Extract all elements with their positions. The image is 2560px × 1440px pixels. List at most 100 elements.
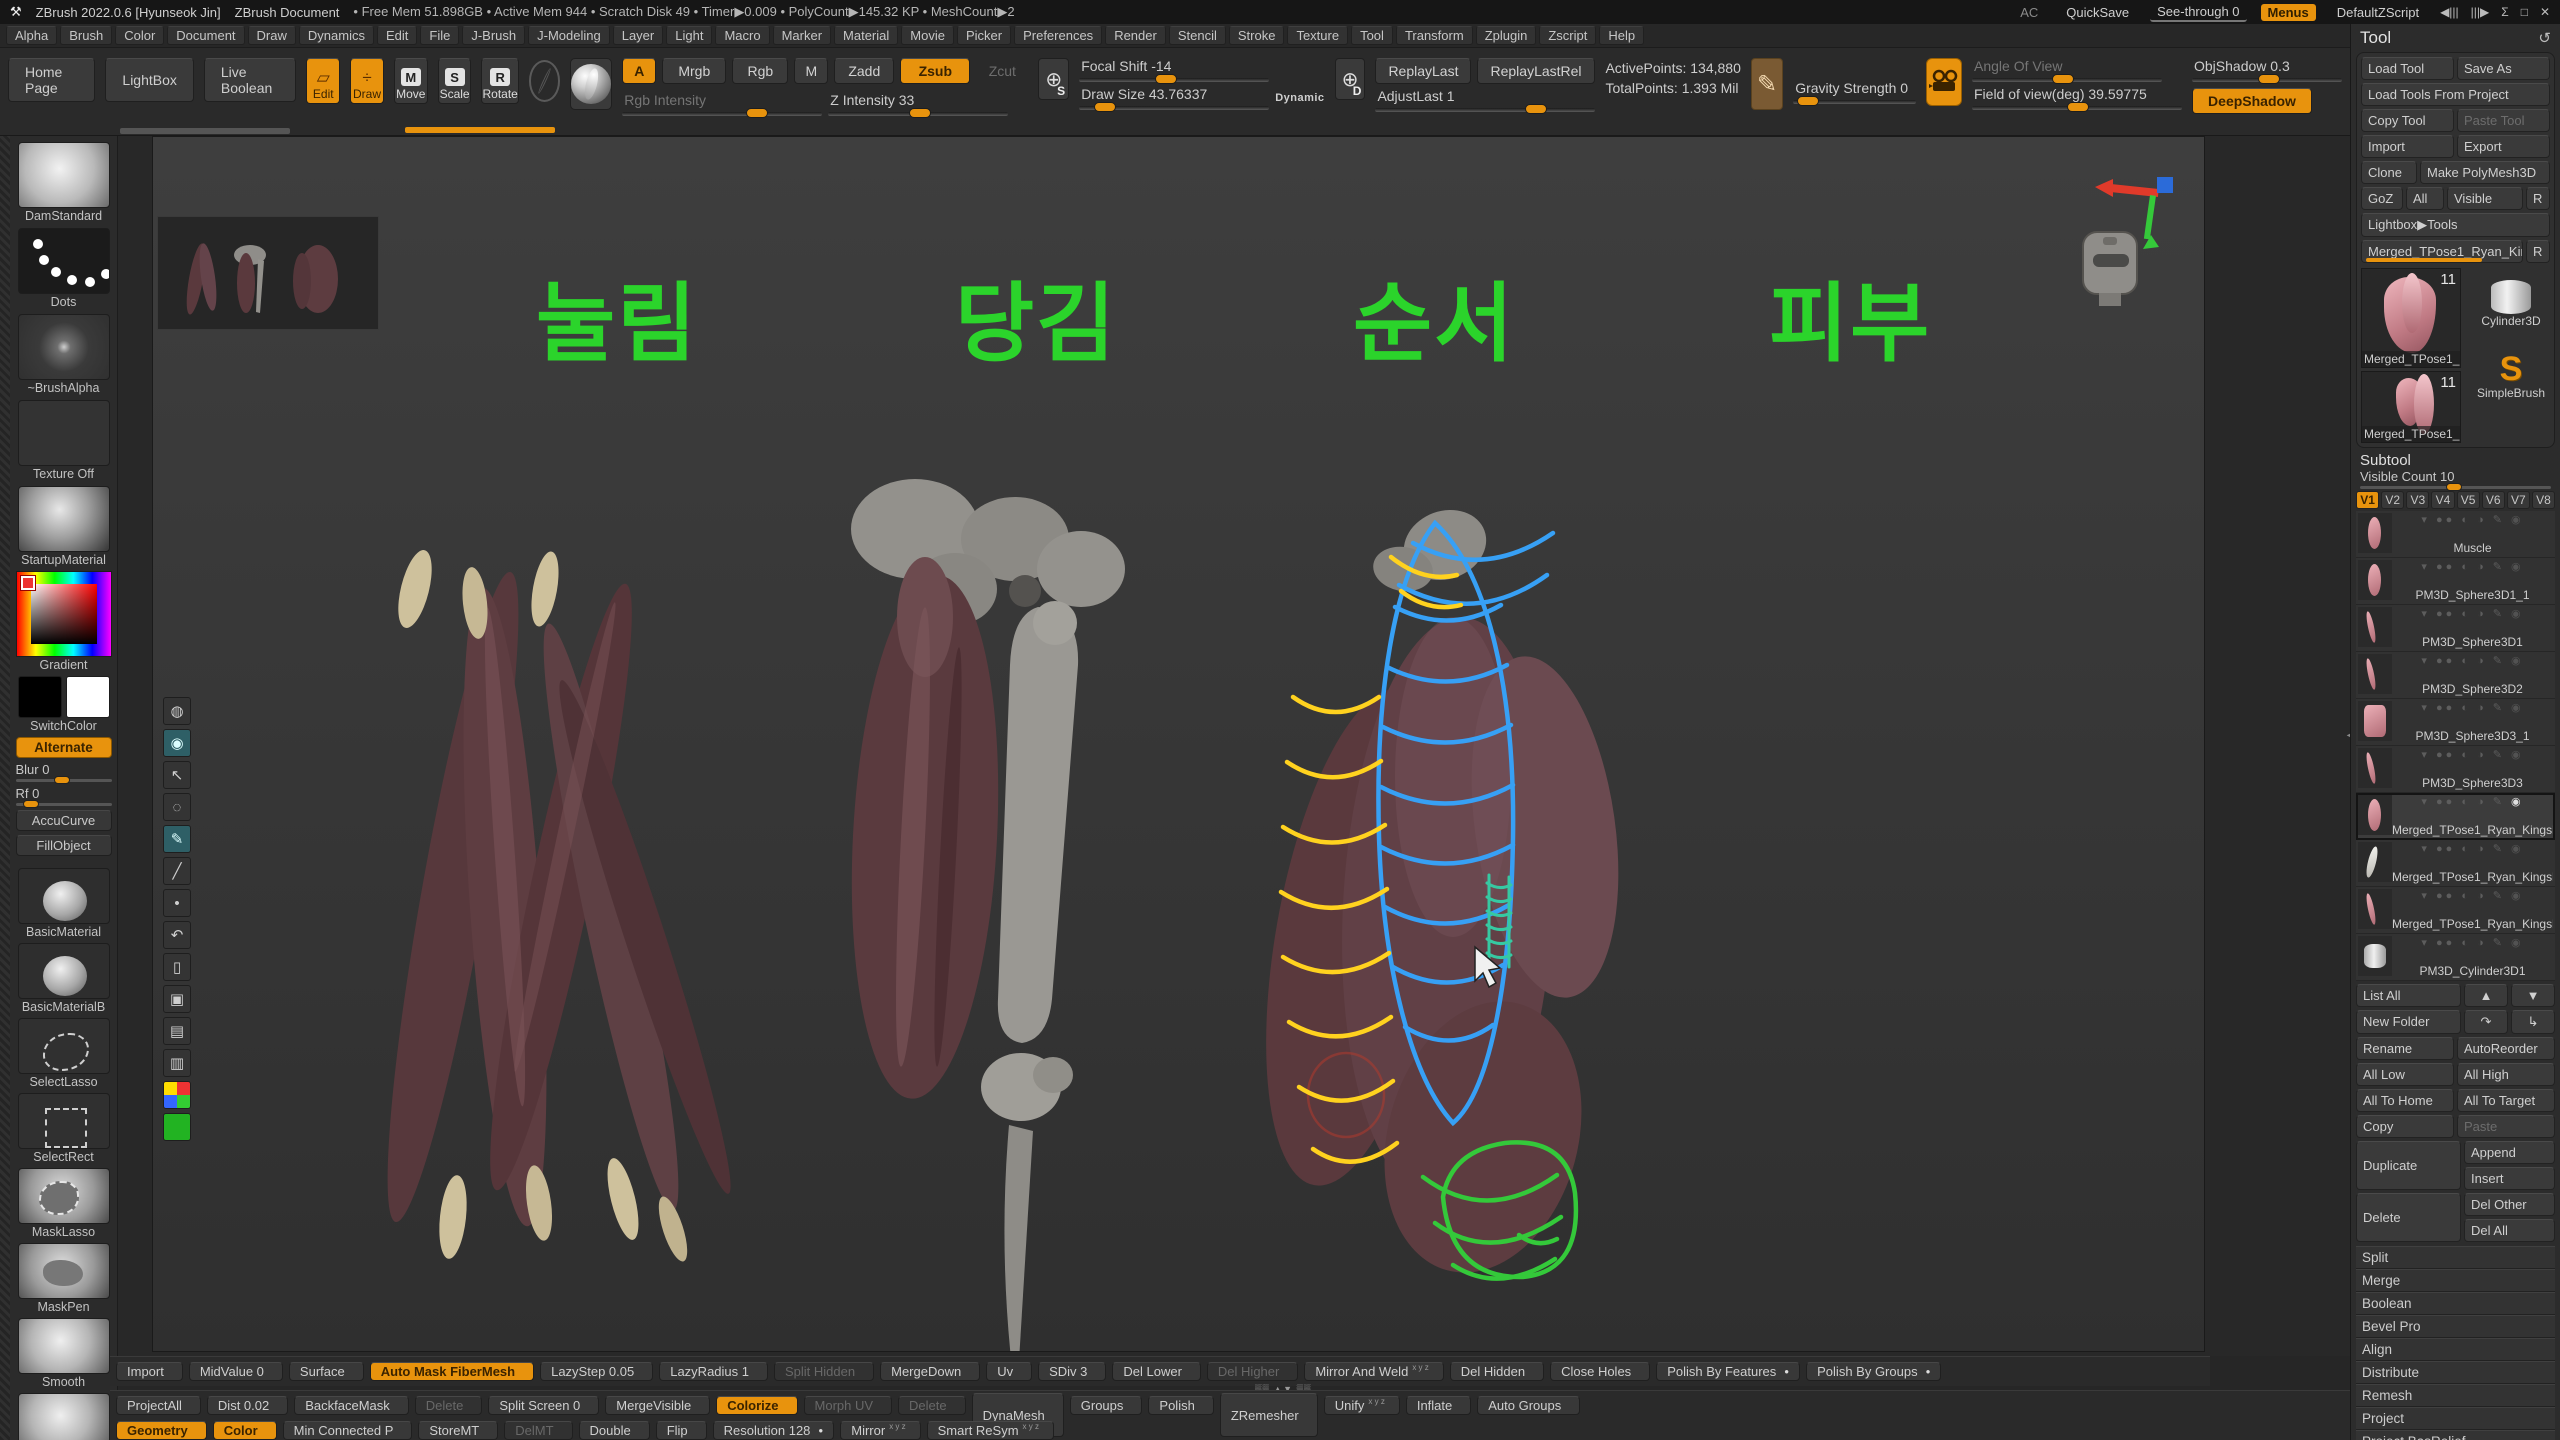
- see-through-slider[interactable]: See-through 0: [2150, 3, 2246, 22]
- subtool-item[interactable]: ▾ ●● ◐ ◑ ✎ ◉ Muscle: [2356, 511, 2555, 558]
- quicksave-button[interactable]: QuickSave: [2059, 4, 2136, 21]
- quick-tool-icon[interactable]: ▤: [163, 1017, 191, 1045]
- fillobject-button[interactable]: FillObject: [16, 835, 112, 856]
- bottom-control[interactable]: Uv: [986, 1362, 1032, 1381]
- subpalette-section[interactable]: Boolean: [2356, 1292, 2555, 1315]
- bottom-control[interactable]: Flip: [656, 1421, 707, 1440]
- shelf-slot[interactable]: SelectLasso: [16, 1018, 112, 1089]
- menu-item[interactable]: Picker: [957, 26, 1011, 45]
- bottom-control[interactable]: Del Hidden: [1450, 1362, 1544, 1381]
- bottom-control[interactable]: Split Hidden: [774, 1362, 874, 1381]
- goz-all-button[interactable]: All: [2406, 187, 2444, 210]
- goz-visible-button[interactable]: Visible: [2447, 187, 2523, 210]
- del-all-button[interactable]: Del All: [2464, 1219, 2555, 1242]
- z-intensity-slider[interactable]: Z Intensity 33: [828, 92, 1008, 116]
- ac-button[interactable]: AC: [2013, 4, 2045, 21]
- eye-icon[interactable]: ◉: [2511, 843, 2524, 855]
- all-high-button[interactable]: All High: [2457, 1063, 2555, 1086]
- gravity-strength-slider[interactable]: Gravity Strength 0: [1793, 80, 1916, 104]
- subtool-item[interactable]: ▾ ●● ◐ ◑ ✎ ◉ PM3D_Cylinder3D1: [2356, 934, 2555, 981]
- scale-button[interactable]: S Scale: [438, 58, 472, 104]
- bottom-control[interactable]: MergeDown: [880, 1362, 980, 1381]
- menu-item[interactable]: Light: [666, 26, 712, 45]
- rotate-button[interactable]: R Rotate: [481, 58, 518, 104]
- subtool-item[interactable]: ▾ ●● ◐ ◑ ✎ ◉ PM3D_Sphere3D1: [2356, 605, 2555, 652]
- reset-icon[interactable]: ↺: [2538, 29, 2551, 47]
- shelf-slot[interactable]: DamStandard: [16, 142, 112, 223]
- menu-item[interactable]: Layer: [613, 26, 664, 45]
- subtool-item[interactable]: ▾ ●● ◐ ◑ ✎ ◉ PM3D_Sphere3D3_1: [2356, 699, 2555, 746]
- zcut-button[interactable]: Zcut: [976, 58, 1028, 84]
- insert-button[interactable]: Insert: [2464, 1167, 2555, 1190]
- copy-tool-button[interactable]: Copy Tool: [2361, 109, 2454, 132]
- lightbox-button[interactable]: LightBox: [105, 58, 193, 102]
- menu-item[interactable]: J-Modeling: [528, 26, 610, 45]
- quick-tool-icon[interactable]: ↖: [163, 761, 191, 789]
- mrgb-button[interactable]: Mrgb: [662, 58, 726, 84]
- bottom-control[interactable]: Del Higher: [1207, 1362, 1298, 1381]
- lightbox-tools-button[interactable]: Lightbox▶Tools: [2361, 213, 2550, 237]
- append-button[interactable]: Append: [2464, 1141, 2555, 1164]
- gyro-icon[interactable]: [529, 60, 560, 102]
- bottom-control[interactable]: MidValue 0: [189, 1362, 283, 1381]
- menu-item[interactable]: Help: [1599, 26, 1644, 45]
- bottom-control[interactable]: Split Screen 0: [488, 1396, 599, 1415]
- deepshadow-button[interactable]: DeepShadow: [2192, 88, 2312, 114]
- live-boolean-button[interactable]: Live Boolean: [204, 58, 296, 102]
- bottom-control[interactable]: Import: [116, 1362, 183, 1381]
- paste-tool-button[interactable]: Paste Tool: [2457, 109, 2550, 132]
- menu-item[interactable]: Dynamics: [299, 26, 374, 45]
- subtool-item[interactable]: ▾ ●● ◐ ◑ ✎ ◉ PM3D_Sphere3D1_1: [2356, 558, 2555, 605]
- shelf-slot[interactable]: MaskLasso: [16, 1168, 112, 1239]
- quick-tool-icon[interactable]: ◉: [163, 729, 191, 757]
- paste-subtool-button[interactable]: Paste: [2457, 1115, 2555, 1138]
- bottom-control[interactable]: Close Holes: [1550, 1362, 1650, 1381]
- replay-last-button[interactable]: ReplayLast: [1375, 58, 1471, 84]
- eye-icon[interactable]: ◉: [2511, 608, 2524, 620]
- visibility-tab[interactable]: V7: [2507, 491, 2530, 509]
- folder-redo-button[interactable]: ↷: [2464, 1010, 2508, 1034]
- bottom-control[interactable]: ProjectAll: [116, 1396, 201, 1415]
- secondary-color-swatch[interactable]: [66, 676, 110, 718]
- load-tools-from-project-button[interactable]: Load Tools From Project: [2361, 83, 2550, 106]
- visibility-tab[interactable]: V3: [2406, 491, 2429, 509]
- quick-tool-icon[interactable]: •: [163, 889, 191, 917]
- eye-icon[interactable]: ◉: [2511, 655, 2524, 667]
- bottom-control[interactable]: Colorize: [716, 1396, 797, 1415]
- document-canvas[interactable]: 눌림 당김 순서 피부 ◍ ◉ ↖: [152, 136, 2205, 1352]
- subtool-item[interactable]: ▾ ●● ◐ ◑ ✎ ◉ PM3D_Sphere3D2: [2356, 652, 2555, 699]
- all-to-target-button[interactable]: All To Target: [2457, 1089, 2555, 1112]
- dynamic-toggle[interactable]: Dynamic: [1275, 92, 1324, 104]
- current-material-button[interactable]: [570, 58, 612, 110]
- bottom-control[interactable]: Polish By Groups ●: [1806, 1362, 1941, 1381]
- quick-tool-icon[interactable]: [163, 1081, 191, 1109]
- edit-button[interactable]: ▱ Edit: [306, 58, 340, 104]
- bottom-control[interactable]: Morph UV: [804, 1396, 893, 1415]
- bottom-control[interactable]: Double: [579, 1421, 650, 1440]
- switch-color[interactable]: SwitchColor: [16, 676, 112, 733]
- export-button[interactable]: Export: [2457, 135, 2550, 158]
- simplebrush-tool[interactable]: S SimpleBrush: [2465, 340, 2557, 412]
- subtool-up-button[interactable]: ▲: [2464, 984, 2508, 1007]
- import-button[interactable]: Import: [2361, 135, 2454, 158]
- recent-tool-thumbnail[interactable]: 11 Merged_TPose1_: [2361, 371, 2461, 443]
- shelf-slot[interactable]: ~BrushAlpha: [16, 314, 112, 395]
- bottom-control[interactable]: Smart ReSym x y z: [927, 1421, 1054, 1440]
- move-button[interactable]: M Move: [394, 58, 428, 104]
- tool-r-button[interactable]: R: [2526, 240, 2550, 263]
- del-other-button[interactable]: Del Other: [2464, 1193, 2555, 1216]
- menu-item[interactable]: Stroke: [1229, 26, 1285, 45]
- menu-item[interactable]: Brush: [60, 26, 112, 45]
- menu-item[interactable]: Stencil: [1169, 26, 1226, 45]
- bottom-control[interactable]: Geometry: [116, 1421, 207, 1440]
- quick-tool-icon[interactable]: ▥: [163, 1049, 191, 1077]
- subtool-down-button[interactable]: ▼: [2511, 984, 2555, 1007]
- quick-tool-icon[interactable]: ╱: [163, 857, 191, 885]
- home-page-button[interactable]: Home Page: [8, 58, 95, 102]
- quick-tool-icon[interactable]: [163, 1113, 191, 1141]
- bottom-control[interactable]: ZRemesher: [1220, 1393, 1318, 1437]
- menu-item[interactable]: Edit: [377, 26, 417, 45]
- bottom-control[interactable]: Groups: [1070, 1396, 1143, 1415]
- bottom-control[interactable]: Resolution 128 ●: [713, 1421, 835, 1440]
- visibility-tab[interactable]: V8: [2532, 491, 2555, 509]
